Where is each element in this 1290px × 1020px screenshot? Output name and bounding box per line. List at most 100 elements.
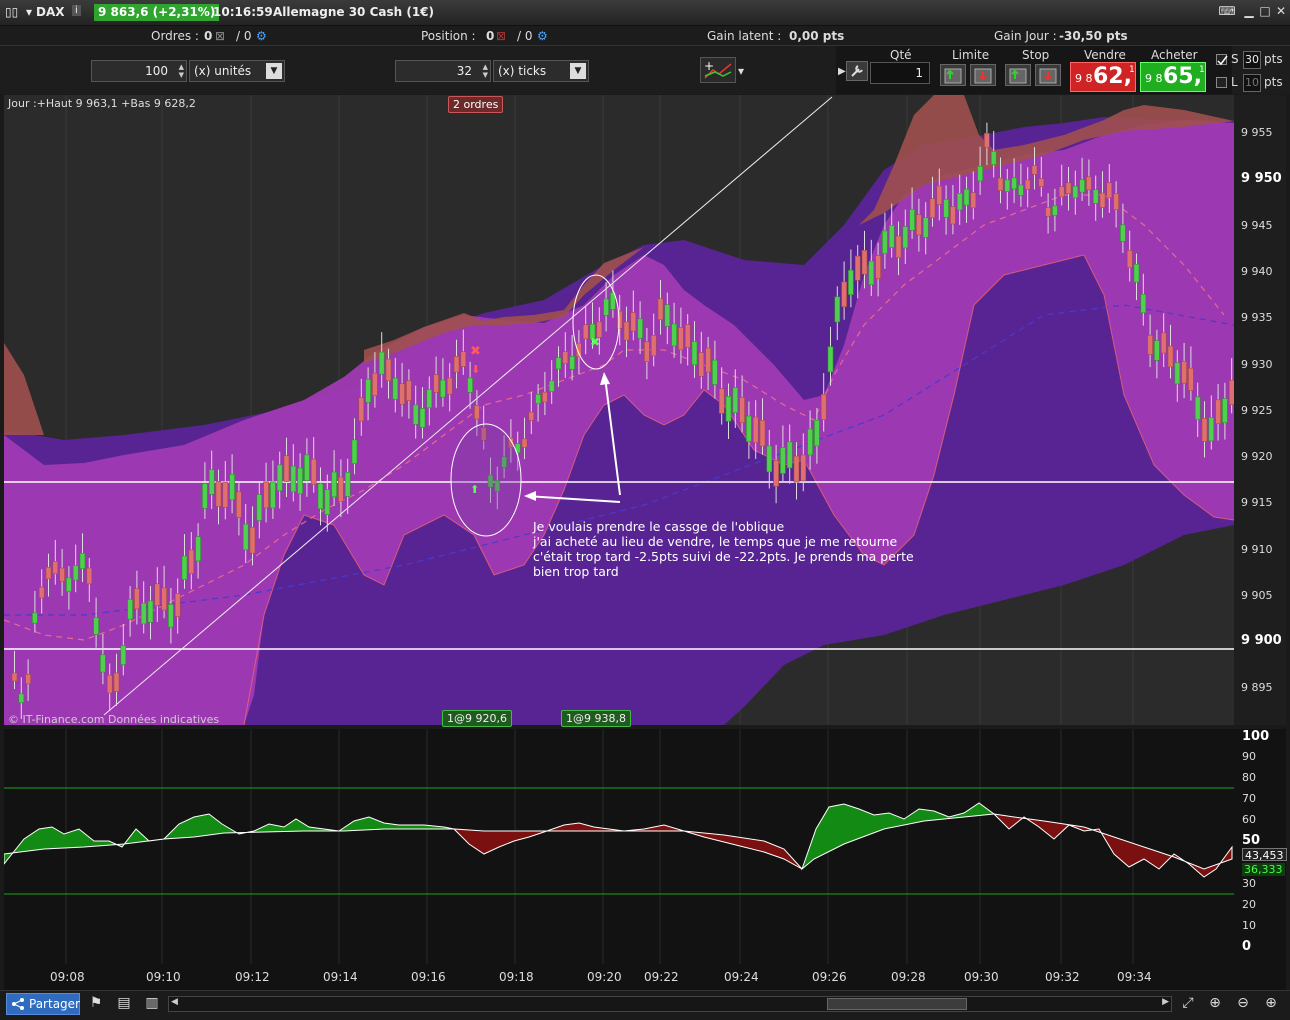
chevron-down-icon[interactable]: ▼: [570, 63, 586, 79]
candle: [807, 428, 813, 456]
candle: [875, 255, 881, 279]
wrench-icon[interactable]: [846, 61, 868, 81]
candle: [678, 327, 684, 351]
candle: [950, 206, 956, 225]
stop-buy-icon[interactable]: [1005, 64, 1031, 86]
scroll-thumb[interactable]: [827, 998, 967, 1010]
sell-button[interactable]: 9 8 62, 1: [1070, 62, 1136, 92]
price-tick: 9 935: [1241, 311, 1273, 324]
dropdown-icon[interactable]: ▾: [26, 5, 32, 19]
share-button[interactable]: Partager: [6, 993, 80, 1015]
candle: [406, 380, 412, 402]
stop-pts-input[interactable]: 30: [1243, 51, 1261, 69]
buy-button[interactable]: 9 8 65, 1: [1140, 62, 1206, 92]
cancel-orders-icon[interactable]: ⊠: [215, 29, 225, 43]
order-book-icon[interactable]: ▥: [142, 995, 162, 1015]
candle: [616, 310, 623, 329]
time-axis[interactable]: 09:08 09:10 09:12 09:14 09:16 09:18 09:2…: [4, 964, 1286, 990]
horizontal-scrollbar[interactable]: ◀ ▶: [168, 996, 1172, 1012]
zoom-fit-icon[interactable]: ⊕: [1205, 995, 1225, 1015]
candle: [644, 341, 650, 363]
candle: [66, 577, 72, 593]
gain-latent-label: Gain latent :: [707, 29, 782, 43]
limit-checkbox[interactable]: [1216, 77, 1227, 88]
candle: [86, 567, 93, 585]
position-settings-icon[interactable]: ⚙: [537, 29, 548, 43]
fill-badge[interactable]: 1@9 920,6: [442, 710, 512, 727]
candle-type-icon[interactable]: ⚑: [86, 995, 106, 1015]
candle: [195, 536, 201, 562]
info-icon[interactable]: i: [72, 5, 81, 16]
stepper-arrows-icon[interactable]: ▲ ▼: [179, 63, 184, 79]
candle: [304, 454, 310, 481]
candle: [1106, 182, 1113, 199]
price-chart[interactable]: ✖ ⬇ ⬆ ✖: [4, 95, 1234, 725]
ticks-unit-select[interactable]: (x) ticks ▼: [493, 60, 589, 82]
limit-pts-input[interactable]: 10: [1243, 74, 1261, 92]
fill-badge[interactable]: 1@9 938,8: [561, 710, 631, 727]
candle: [916, 214, 922, 236]
pts-label: pts: [1264, 75, 1283, 89]
quantity-stepper[interactable]: 100 ▲ ▼: [91, 60, 187, 82]
indicator-tick: 60: [1242, 813, 1256, 826]
candle: [1201, 418, 1208, 442]
orders-settings-icon[interactable]: ⚙: [256, 29, 267, 43]
quantity-unit-select[interactable]: (x) unités ▼: [189, 60, 285, 82]
indicator-canvas[interactable]: [4, 729, 1234, 964]
candle: [134, 588, 140, 610]
close-button[interactable]: ✕: [1272, 4, 1290, 20]
candle: [25, 674, 31, 685]
scroll-left-icon[interactable]: ◀: [171, 997, 178, 1007]
candle: [474, 405, 480, 420]
orders-badge[interactable]: 2 ordres: [448, 96, 504, 113]
stepper-arrows-icon[interactable]: ▲ ▼: [483, 63, 488, 79]
candle: [1052, 205, 1058, 216]
indicator-panel[interactable]: [4, 729, 1234, 964]
title-bar: ▯▯ ▾ DAX i 9 863,6 (+2,31%) 10:16:59 All…: [0, 0, 1290, 26]
candle: [338, 476, 344, 502]
chevron-down-icon[interactable]: ▾: [738, 64, 744, 78]
indicator-value-tag: 36,333: [1242, 863, 1285, 876]
candle: [657, 298, 664, 321]
indicator-axis[interactable]: 100 90 80 70 60 50 30 20 10 0 43,453 36,…: [1234, 729, 1287, 964]
chevron-down-icon[interactable]: ▼: [266, 63, 282, 79]
buy-price-prefix: 9 8: [1145, 72, 1163, 85]
ticks-stepper[interactable]: 32 ▲ ▼: [395, 60, 491, 82]
chart-tool-icon[interactable]: ⤢: [1178, 995, 1198, 1015]
keyboard-icon[interactable]: ⌨: [1218, 4, 1236, 20]
annotation-text: Je voulais prendre le cassge de l'obliqu…: [533, 519, 914, 579]
candle: [1099, 192, 1106, 208]
candle: [1154, 340, 1160, 361]
candle: [997, 177, 1004, 191]
collapse-arrow-icon[interactable]: ▶: [838, 66, 846, 77]
checkmark-icon: [1217, 55, 1228, 66]
candle: [270, 481, 276, 509]
limit-sell-icon[interactable]: [970, 64, 996, 86]
price-axis[interactable]: 9 955 9 950 9 945 9 940 9 935 9 930 9 92…: [1234, 95, 1286, 725]
chart-type-icon[interactable]: ▯▯: [5, 5, 18, 19]
price-chart-canvas[interactable]: ✖ ⬇ ⬆ ✖: [4, 95, 1234, 725]
template-icon[interactable]: ▤: [114, 995, 134, 1015]
candle: [664, 304, 671, 327]
zoom-in-icon[interactable]: ⊕: [1261, 995, 1281, 1015]
qte-input[interactable]: 1: [870, 62, 930, 84]
zoom-out-icon[interactable]: ⊖: [1233, 995, 1253, 1015]
candle: [1086, 176, 1092, 191]
limit-buy-icon[interactable]: [940, 64, 966, 86]
scroll-right-icon[interactable]: ▶: [1162, 997, 1169, 1007]
order-tool-button[interactable]: +: [700, 57, 736, 83]
limit-pts-value: 10: [1245, 76, 1259, 89]
symbol-label[interactable]: DAX: [36, 5, 65, 19]
time-tick: 09:30: [964, 970, 999, 984]
candle: [1208, 417, 1215, 442]
candle: [1065, 182, 1072, 195]
stop-checkbox[interactable]: [1216, 54, 1228, 66]
candle: [569, 356, 575, 370]
sell-marker-icon: ✖: [470, 344, 481, 359]
candle: [630, 312, 637, 332]
time-tick: 09:24: [724, 970, 759, 984]
stop-sell-icon[interactable]: [1035, 64, 1061, 86]
pts-label: pts: [1264, 52, 1283, 66]
close-position-icon[interactable]: ⊠: [496, 29, 506, 43]
candle: [943, 199, 949, 218]
